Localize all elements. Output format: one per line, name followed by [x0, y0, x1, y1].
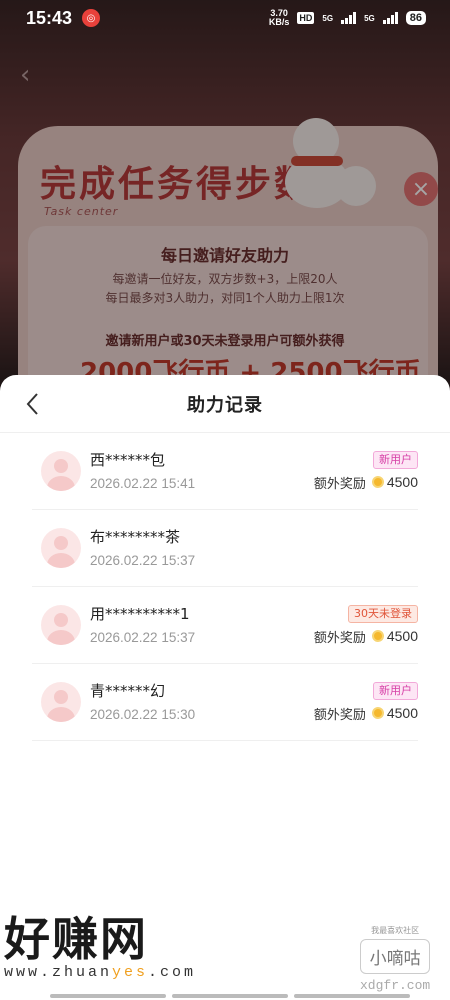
- assist-records-sheet: 助力记录 西******包 2026.02.22 15:41 新用户 额外奖励 …: [0, 375, 450, 1000]
- hd-icon: HD: [297, 12, 315, 24]
- status-time: 15:43: [26, 7, 73, 28]
- list-item: 西******包 2026.02.22 15:41 新用户 额外奖励 4500: [32, 433, 418, 510]
- watermark-logo: 我最喜欢社区 小嘀咕 xdgfr.com: [360, 926, 431, 993]
- avatar: [41, 451, 81, 491]
- netease-music-icon: ◎: [82, 9, 101, 27]
- watermark-logo: 好赚网 www.zhuanyes.com: [4, 912, 197, 981]
- coin-icon: [371, 630, 384, 642]
- record-time: 2026.02.22 15:41: [90, 475, 196, 491]
- reward: 额外奖励 4500: [313, 705, 418, 723]
- coin-icon: [371, 707, 384, 719]
- new-user-badge: 新用户: [373, 450, 418, 469]
- avatar: [41, 682, 81, 722]
- record-time: 2026.02.22 15:37: [90, 552, 196, 568]
- status-bar: 15:43 ◎ 3.70 KB/s HD 5G 5G 86: [0, 0, 450, 36]
- record-list: 西******包 2026.02.22 15:41 新用户 额外奖励 4500 …: [0, 433, 450, 741]
- record-name: 青******幻: [90, 681, 166, 700]
- net-speed: 3.70 KB/s: [268, 8, 290, 27]
- list-item: 青******幻 2026.02.22 15:30 新用户 额外奖励 4500: [32, 664, 418, 741]
- record-name: 布********茶: [90, 527, 181, 546]
- record-time: 2026.02.22 15:30: [90, 706, 196, 722]
- back-button[interactable]: [18, 389, 48, 419]
- reward: 额外奖励 4500: [313, 628, 418, 646]
- signal-icon: [382, 12, 398, 24]
- signal-icon: [341, 12, 357, 24]
- avatar: [41, 605, 81, 645]
- list-item: 布********茶 2026.02.22 15:37: [32, 510, 418, 587]
- list-item: 用**********1 2026.02.22 15:37 30天未登录 额外奖…: [32, 587, 418, 664]
- record-name: 西******包: [90, 450, 166, 469]
- record-name: 用**********1: [90, 604, 190, 623]
- coin-icon: [371, 476, 384, 488]
- inactive-30-days-badge: 30天未登录: [348, 604, 418, 623]
- record-time: 2026.02.22 15:37: [90, 629, 196, 645]
- chevron-left-icon: [26, 393, 38, 415]
- signal-label: 5G: [364, 13, 375, 23]
- reward: 额外奖励 4500: [313, 474, 418, 492]
- signal-label: 5G: [322, 13, 334, 23]
- sheet-header: 助力记录: [0, 375, 450, 433]
- home-indicator: [50, 994, 410, 998]
- battery-icon: 86: [405, 11, 426, 25]
- new-user-badge: 新用户: [373, 681, 418, 700]
- sheet-title: 助力记录: [187, 394, 263, 416]
- avatar: [41, 528, 81, 568]
